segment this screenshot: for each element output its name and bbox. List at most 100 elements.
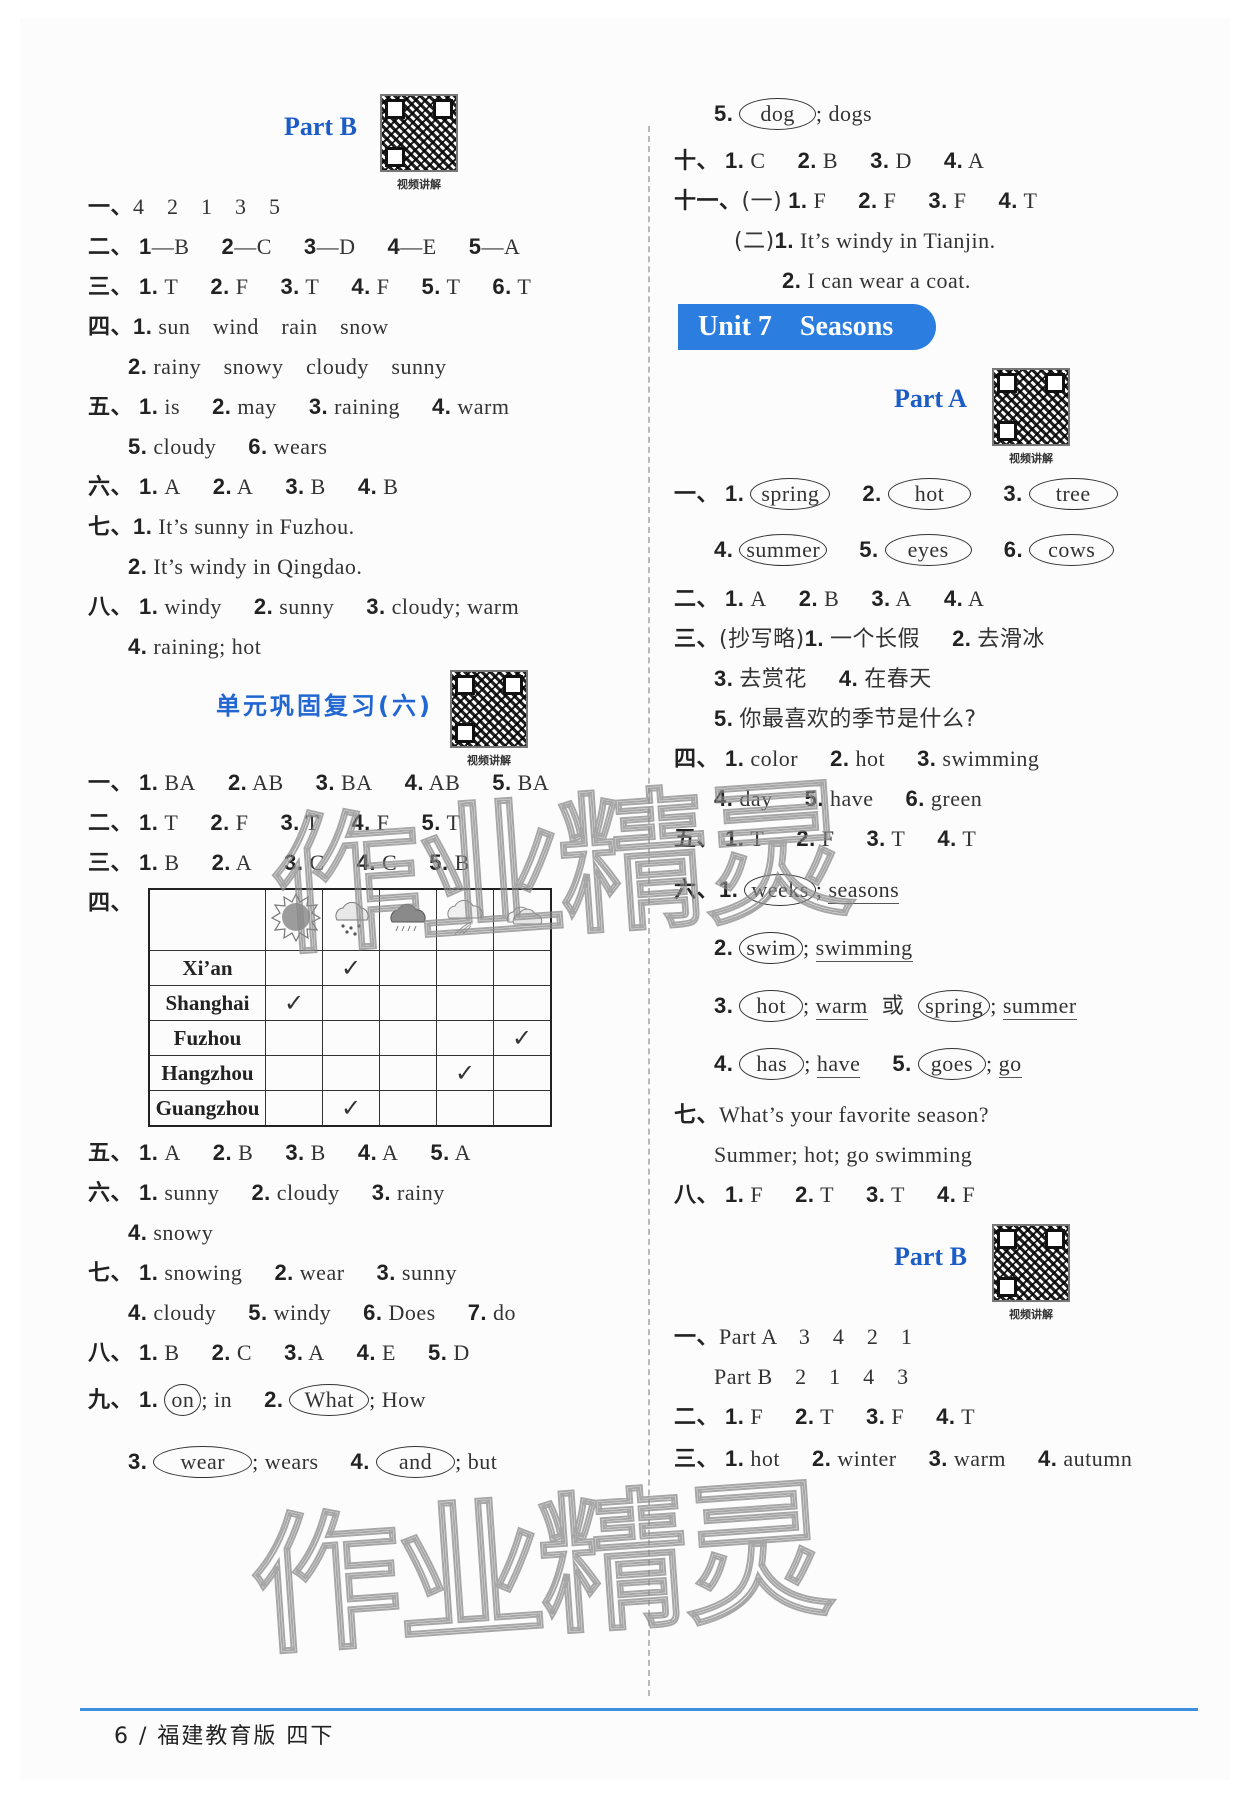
review-q3: 三、 1. B 2. A 3. C 4. C 5. B [88, 850, 470, 876]
weather-check-cell [379, 1055, 437, 1091]
section-title-unit-review: 单元巩固复习(六) [216, 692, 433, 720]
weather-check-cell [322, 985, 380, 1021]
partb-q4-row2: 2. rainy snowy cloudy sunny [128, 354, 447, 379]
review-q11-part2-row2: 2. I can wear a coat. [782, 268, 971, 293]
parta-q3-row3: 5. 你最喜欢的季节是什么? [714, 706, 977, 732]
parta-q2: 二、 1. A 2. B 3. A 4. A [674, 586, 985, 612]
unit-7-banner: Unit 7 Seasons [678, 304, 936, 350]
weather-table-row: Hangzhou ✓ [148, 1055, 552, 1091]
weather-check-cell [265, 950, 323, 986]
parta-q5: 五、 1. T 2. F 3. T 4. T [674, 826, 977, 852]
qr-label: 视频讲解 [1009, 1308, 1053, 1321]
review-q7-row2: 4. cloudy 5. windy 6. Does 7. do [128, 1300, 517, 1325]
qr-code-part-b-unit7[interactable]: 视频讲解 [992, 1224, 1070, 1322]
partb-q2: 二、 1—B 2—C 3—D 4—E 5—A [88, 234, 521, 260]
qr-code-unit-review[interactable]: 视频讲解 [450, 670, 528, 768]
weather-check-cell [436, 1020, 494, 1056]
review-q10: 十、 1. C 2. B 3. D 4. A [674, 148, 985, 174]
partb-q3: 三、 1. T 2. F 3. T 4. F 5. T 6. T [88, 274, 532, 300]
parta-q1-row2: 4. summer 5. eyes 6. cows [714, 534, 1115, 566]
weather-check-cell [265, 1055, 323, 1091]
weather-check-cell [436, 985, 494, 1021]
weather-check-cell [322, 1055, 380, 1091]
weather-table-row: Guangzhou ✓ [148, 1090, 552, 1127]
checkmark-icon: ✓ [340, 955, 362, 982]
weather-check-cell: ✓ [322, 1090, 380, 1127]
checkmark-icon: ✓ [511, 1025, 533, 1052]
weather-check-cell: ✓ [436, 1055, 494, 1091]
section-title-part-b: Part B [284, 112, 357, 141]
weather-check-cell: ✓ [322, 950, 380, 986]
weather-check-cell [265, 1090, 323, 1127]
review-q9-5: 5. dog; dogs [714, 98, 872, 130]
weather-check-cell [436, 950, 494, 986]
partb-q5-row2: 5. cloudy 6. wears [128, 434, 328, 459]
review-q6-row1: 六、 1. sunny 2. cloudy 3. rainy [88, 1180, 445, 1206]
partb-q6: 六、 1. A 2. A 3. B 4. B [88, 474, 399, 500]
city-cell: Xi’an [148, 950, 266, 986]
unit7-partb-q1-row1: 一、Part A 3 4 2 1 [674, 1324, 913, 1350]
weather-check-cell [379, 950, 437, 986]
weather-check-cell [493, 1055, 552, 1091]
parta-q6-row3: 3. hot; warm 或 spring; summer [714, 990, 1077, 1022]
parta-q4-row1: 四、 1. color 2. hot 3. swimming [674, 746, 1040, 772]
review-q7-row1: 七、 1. snowing 2. wear 3. sunny [88, 1260, 457, 1286]
cloudy-icon [498, 894, 546, 940]
snowy-icon [327, 894, 375, 940]
parta-q7-row1: 七、What’s your favorite season? [674, 1102, 989, 1128]
weather-check-cell [379, 985, 437, 1021]
qr-label: 视频讲解 [397, 178, 441, 191]
qr-code-icon [992, 368, 1070, 446]
weather-check-cell [379, 1090, 437, 1127]
answer-key-page: Part B 视频讲解 一、4 2 1 3 5 二、 1—B 2—C 3—D 4… [20, 18, 1230, 1780]
partb-q8-row1: 八、 1. windy 2. sunny 3. cloudy; warm [88, 594, 520, 620]
rainy-icon [384, 894, 432, 940]
unit7-partb-q2: 二、 1. F 2. T 3. F 4. T [674, 1404, 976, 1430]
weather-check-cell [265, 1020, 323, 1056]
review-q11-part1: 十一、(一) 1. F 2. F 3. F 4. T [674, 188, 1038, 214]
weather-check-cell [493, 1090, 552, 1127]
weather-check-cell [493, 950, 552, 986]
qr-label: 视频讲解 [467, 754, 511, 767]
weather-check-cell [322, 1020, 380, 1056]
parta-q3-row1: 三、(抄写略)1. 一个长假 2. 去滑冰 [674, 626, 1045, 652]
review-q9-row2: 3. wear; wears 4. and; but [128, 1446, 497, 1478]
footer-rule [80, 1708, 1198, 1711]
parta-q6-row1: 六、1. weeks; seasons [674, 874, 900, 906]
partb-q5-row1: 五、 1. is 2. may 3. raining 4. warm [88, 394, 510, 420]
column-divider [648, 126, 650, 1696]
parta-q7-row2: Summer; hot; go swimming [714, 1142, 973, 1167]
parta-q1-row1: 一、 1. spring 2. hot 3. tree [674, 478, 1118, 510]
parta-q6-row4: 4. has; have 5. goes; go [714, 1048, 1022, 1080]
weather-header-cell [379, 888, 437, 951]
page-footer: 6 / 福建教育版 四下 [114, 1724, 335, 1749]
city-cell: Hangzhou [148, 1055, 266, 1091]
section-title-part-a: Part A [894, 384, 967, 413]
weather-check-cell [379, 1020, 437, 1056]
windy-icon [441, 894, 489, 940]
weather-check-cell [493, 985, 552, 1021]
checkmark-icon: ✓ [340, 1095, 362, 1122]
weather-header-cell [436, 888, 494, 951]
weather-table-row: Xi’an ✓ [148, 950, 552, 986]
unit7-partb-q3: 三、 1. hot 2. winter 3. warm 4. autumn [674, 1446, 1133, 1472]
sunny-icon [270, 892, 322, 943]
review-q5: 五、 1. A 2. B 3. B 4. A 5. A [88, 1140, 471, 1166]
weather-table: Xi’an ✓ Shanghai ✓ Fuzhou ✓ Hangzhou ✓ Guangzhou… [148, 888, 552, 1127]
review-q2: 二、 1. T 2. F 3. T 4. F 5. T [88, 810, 461, 836]
qr-code-icon [450, 670, 528, 748]
city-cell: Fuzhou [148, 1020, 266, 1056]
partb-q7-row2: 2. It’s windy in Qingdao. [128, 554, 363, 579]
qr-label: 视频讲解 [1009, 452, 1053, 465]
partb-q1: 一、4 2 1 3 5 [88, 194, 281, 220]
weather-header-cell [493, 888, 552, 951]
partb-q7-row1: 七、1. It’s sunny in Fuzhou. [88, 514, 355, 540]
qr-code-part-b[interactable]: 视频讲解 [380, 94, 458, 192]
checkmark-icon: ✓ [283, 990, 305, 1017]
qr-code-part-a[interactable]: 视频讲解 [992, 368, 1070, 466]
parta-q8: 八、 1. F 2. T 3. T 4. F [674, 1182, 976, 1208]
review-q6-row2: 4. snowy [128, 1220, 214, 1245]
review-q9-row1: 九、 1. on; in 2. What; How [88, 1384, 426, 1416]
city-cell: Guangzhou [148, 1090, 266, 1127]
partb-q4-row1: 四、1. sun wind rain snow [88, 314, 389, 340]
